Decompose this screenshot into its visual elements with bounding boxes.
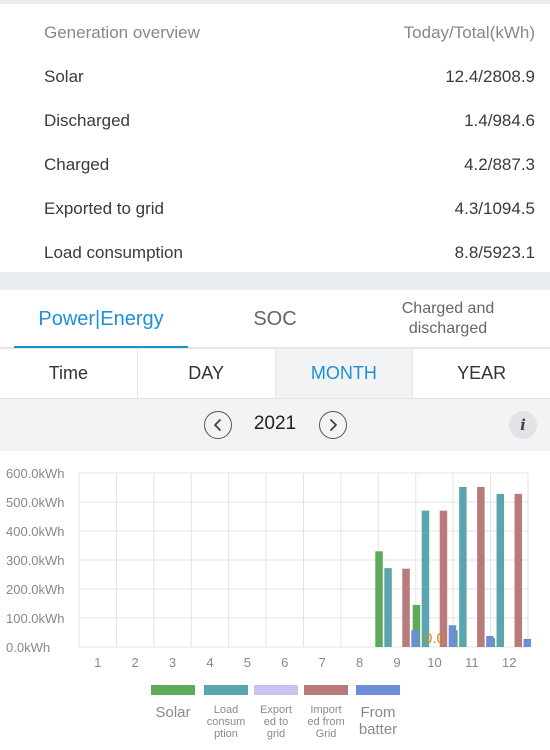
y-tick-label: 600.0kWh [6,466,65,481]
period-day-button[interactable]: DAY [137,349,276,398]
legend-item[interactable]: From batter [352,685,404,738]
overview-header: Generation overview Today/Total(kWh) [44,18,535,48]
tab-charged-line1: Charged and [401,300,495,317]
overview-row-value: 12.4/2808.9 [445,67,535,86]
legend-item[interactable]: Import ed from Grid [300,685,352,740]
info-icon[interactable]: i [509,411,537,439]
overview-row-label: Load consumption [44,243,183,262]
year-navigation: 2021 i [0,399,550,451]
bar-import-from-grid [477,486,485,647]
bar-load-consumption [496,493,505,647]
y-tick-label: 400.0kWh [6,524,65,539]
period-time-text: Time [48,363,89,383]
legend-label: Export ed to grid [260,704,292,740]
x-tick-label: 9 [393,655,400,670]
next-year-button[interactable] [319,411,347,439]
bar-load-consumption [421,510,430,647]
x-tick-label: 8 [356,655,363,670]
generation-overview-panel: Generation overview Today/Total(kWh) Sol… [0,4,550,272]
y-tick-label: 300.0kWh [6,553,65,568]
overview-title: Generation overview [44,23,200,42]
legend-label: Solar [155,704,191,721]
legend-item[interactable]: Export ed to grid [250,685,302,740]
x-tick-label: 1 [94,655,101,670]
period-time-label: Time [0,349,138,398]
legend-label: Load consum ption [206,704,246,740]
section-separator [0,272,550,290]
legend-swatch [151,685,195,695]
chevron-left-icon [214,419,221,431]
bar-import-from-grid [439,510,448,647]
tab-soc-label: SOC [253,307,297,330]
bar-import-from-grid [514,493,523,647]
x-tick-label: 3 [169,655,176,670]
overview-row-label: Solar [44,67,84,86]
bar-chart-svg: 0.0kWh100.0kWh200.0kWh300.0kWh400.0kWh50… [6,466,532,670]
x-tick-label: 4 [206,655,213,670]
x-tick-label: 7 [319,655,326,670]
overview-row-value: 8.8/5923.1 [454,243,535,262]
overview-row-load: Load consumption 8.8/5923.1 [44,238,535,268]
y-tick-label: 500.0kWh [6,495,65,510]
period-year-button[interactable]: YEAR [413,349,550,398]
overview-row-discharged: Discharged 1.4/984.6 [44,106,535,136]
legend-swatch [356,685,400,695]
legend-swatch [254,685,298,695]
period-day-text: DAY [188,363,224,383]
overview-row-value: 4.3/1094.5 [454,199,535,218]
overview-unit-header: Today/Total(kWh) [403,23,535,42]
x-tick-label: 5 [244,655,251,670]
bar-solar [375,551,383,647]
tab-charged-discharged-label: Charged and discharged [402,299,495,339]
overview-row-exported: Exported to grid 4.3/1094.5 [44,194,535,224]
chart-tabs: Power|Energy SOC Charged and discharged [0,290,550,349]
period-month-button[interactable]: MONTH [275,349,414,398]
previous-year-button[interactable] [204,411,232,439]
legend-swatch [204,685,248,695]
chart-annotation: 0.0 [424,630,445,647]
tab-charged-line2: discharged [408,320,488,337]
legend-item[interactable]: Solar [147,685,199,721]
x-tick-label: 10 [427,655,441,670]
bar-from-battery [448,625,457,647]
bar-load-consumption [384,568,392,647]
x-tick-label: 2 [132,655,139,670]
bar-from-battery [411,630,419,647]
tab-power-energy-label: Power|Energy [38,307,164,330]
legend-label: Import ed from Grid [307,704,345,740]
overview-row-solar: Solar 12.4/2808.9 [44,62,535,92]
period-month-text: MONTH [310,363,377,383]
overview-row-label: Charged [44,155,110,174]
tab-power-energy[interactable]: Power|Energy [14,290,188,349]
overview-row-label: Exported to grid [44,199,165,218]
overview-row-value: 4.2/887.3 [464,155,535,174]
overview-row-value: 1.4/984.6 [464,111,535,130]
bar-from-battery [486,635,494,647]
bar-from-battery [523,638,532,647]
year-label: 2021 [253,413,297,434]
overview-row-charged: Charged 4.2/887.3 [44,150,535,180]
x-tick-label: 6 [281,655,288,670]
tab-soc[interactable]: SOC [200,290,350,348]
x-tick-label: 11 [465,655,479,670]
y-tick-label: 0.0kWh [6,640,50,655]
bar-import-from-grid [402,568,410,647]
legend-label: From batter [358,704,398,738]
bar-load-consumption [459,486,467,647]
y-tick-label: 200.0kWh [6,582,65,597]
legend-swatch [304,685,348,695]
period-year-text: YEAR [457,363,507,383]
tab-charged-discharged[interactable]: Charged and discharged [368,290,528,348]
y-tick-label: 100.0kWh [6,611,65,626]
x-tick-label: 12 [502,655,516,670]
legend-item[interactable]: Load consum ption [200,685,252,740]
period-selector: Time DAY MONTH YEAR [0,348,550,399]
chevron-right-icon [330,419,337,431]
overview-row-label: Discharged [44,111,130,130]
